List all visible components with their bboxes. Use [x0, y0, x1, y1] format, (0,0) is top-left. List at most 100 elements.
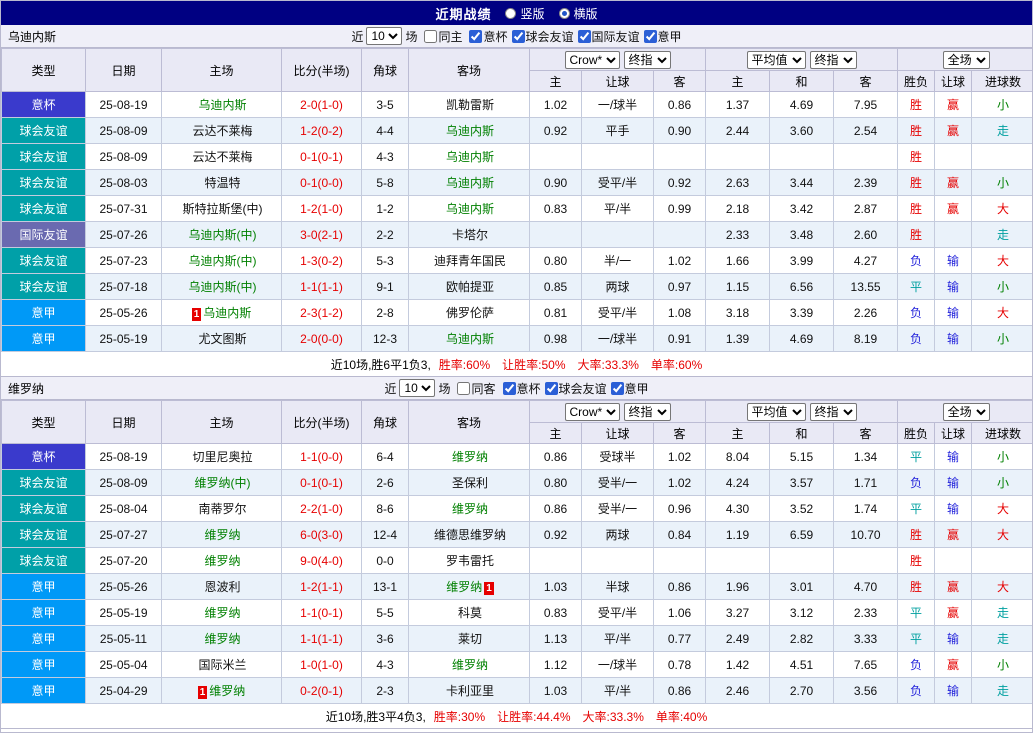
match-score[interactable]: 0-2(0-1): [282, 678, 362, 704]
competition-checkbox-input[interactable]: [644, 30, 657, 43]
home-team-name[interactable]: 恩波利: [204, 580, 240, 594]
match-score[interactable]: 0-1(0-0): [282, 170, 362, 196]
competition-checkbox[interactable]: 球会友谊: [545, 380, 607, 397]
home-team-name[interactable]: 乌迪内斯(中): [189, 254, 257, 268]
match-score[interactable]: 1-3(0-2): [282, 248, 362, 274]
competition-checkbox[interactable]: 国际友谊: [578, 28, 640, 45]
away-team-name[interactable]: 乌迪内斯: [446, 332, 494, 346]
odds-company-select[interactable]: Crow*: [565, 403, 620, 421]
match-score[interactable]: 6-0(3-0): [282, 522, 362, 548]
home-team-name[interactable]: 维罗纳: [204, 606, 240, 620]
same-venue-checkbox[interactable]: 同客: [457, 380, 495, 397]
same-venue-checkbox[interactable]: 同主: [424, 28, 462, 45]
match-score[interactable]: 9-0(4-0): [282, 548, 362, 574]
asian-away-odds: 1.02: [654, 470, 706, 496]
competition-checkbox[interactable]: 意杯: [469, 28, 507, 45]
odds-company-select[interactable]: Crow*: [565, 51, 620, 69]
match-score[interactable]: 3-0(2-1): [282, 222, 362, 248]
home-team-name[interactable]: 特温特: [204, 176, 240, 190]
competition-checkbox[interactable]: 意甲: [644, 28, 682, 45]
away-team-name[interactable]: 欧帕提亚: [446, 280, 494, 294]
competition-checkbox-input[interactable]: [503, 382, 516, 395]
match-score[interactable]: 1-1(1-1): [282, 626, 362, 652]
match-score[interactable]: 2-2(1-0): [282, 496, 362, 522]
competition-checkbox-label: 意甲: [625, 380, 649, 397]
euro-stage-select[interactable]: 终指: [810, 51, 857, 69]
away-team-name[interactable]: 卡利亚里: [446, 684, 494, 698]
home-team-name[interactable]: 尤文图斯: [198, 332, 246, 346]
result-outcome: 平: [898, 444, 935, 470]
away-team-name[interactable]: 乌迪内斯: [446, 124, 494, 138]
home-team-name[interactable]: 斯特拉斯堡(中): [183, 202, 263, 216]
home-team-name[interactable]: 云达不莱梅: [192, 124, 252, 138]
scope-select[interactable]: 全场: [943, 403, 990, 421]
away-team-name[interactable]: 迪拜青年国民: [434, 254, 506, 268]
euro-stage-select[interactable]: 终指: [810, 403, 857, 421]
match-score[interactable]: 1-1(1-1): [282, 274, 362, 300]
away-team-name[interactable]: 维罗纳: [452, 450, 488, 464]
view-radio-horizontal[interactable]: 横版: [559, 5, 598, 22]
home-team-name[interactable]: 维罗纳: [204, 528, 240, 542]
away-team-name[interactable]: 罗韦雷托: [446, 554, 494, 568]
match-score[interactable]: 1-0(1-0): [282, 652, 362, 678]
home-team-name[interactable]: 维罗纳: [204, 554, 240, 568]
home-team-name[interactable]: 维罗纳: [209, 684, 245, 698]
same-venue-checkbox-input[interactable]: [457, 382, 470, 395]
competition-checkbox[interactable]: 球会友谊: [512, 28, 574, 45]
odds-stage-select[interactable]: 终指: [624, 51, 671, 69]
match-score[interactable]: 1-2(0-2): [282, 118, 362, 144]
competition-checkbox[interactable]: 意甲: [611, 380, 649, 397]
home-team-name[interactable]: 云达不莱梅: [192, 150, 252, 164]
competition-checkbox-input[interactable]: [578, 30, 591, 43]
match-score[interactable]: 2-0(1-0): [282, 92, 362, 118]
home-team-name[interactable]: 维罗纳(中): [195, 476, 251, 490]
match-count-select[interactable]: 10: [399, 379, 435, 397]
radio-unselected-icon[interactable]: [505, 8, 516, 19]
match-score[interactable]: 0-1(0-1): [282, 144, 362, 170]
competition-checkbox-input[interactable]: [469, 30, 482, 43]
home-team-name[interactable]: 乌迪内斯(中): [189, 228, 257, 242]
euro-avg-select[interactable]: 平均值: [747, 403, 806, 421]
same-venue-checkbox-input[interactable]: [424, 30, 437, 43]
home-team-name[interactable]: 乌迪内斯(中): [189, 280, 257, 294]
competition-checkbox-input[interactable]: [512, 30, 525, 43]
home-team-name[interactable]: 维罗纳: [204, 632, 240, 646]
view-radio-vertical[interactable]: 竖版: [505, 5, 544, 22]
asian-home-odds: 1.13: [530, 626, 582, 652]
competition-checkbox-input[interactable]: [545, 382, 558, 395]
home-team-name[interactable]: 乌迪内斯: [203, 306, 251, 320]
match-score[interactable]: 1-2(1-0): [282, 196, 362, 222]
match-score[interactable]: 1-1(0-0): [282, 444, 362, 470]
home-team-name[interactable]: 乌迪内斯: [198, 98, 246, 112]
home-team-name[interactable]: 国际米兰: [198, 658, 246, 672]
match-score[interactable]: 0-1(0-1): [282, 470, 362, 496]
away-team-name[interactable]: 佛罗伦萨: [446, 306, 494, 320]
away-team-name[interactable]: 维罗纳: [446, 580, 482, 594]
match-score[interactable]: 1-1(0-1): [282, 600, 362, 626]
scope-select[interactable]: 全场: [943, 51, 990, 69]
away-team-name[interactable]: 科莫: [458, 606, 482, 620]
away-team-name[interactable]: 维德思维罗纳: [434, 528, 506, 542]
away-team-name[interactable]: 乌迪内斯: [446, 202, 494, 216]
away-team-name[interactable]: 维罗纳: [452, 502, 488, 516]
away-team-name[interactable]: 卡塔尔: [452, 228, 488, 242]
away-team-name[interactable]: 圣保利: [452, 476, 488, 490]
away-team-name[interactable]: 乌迪内斯: [446, 150, 494, 164]
match-count-select[interactable]: 10: [366, 27, 402, 45]
match-score[interactable]: 1-2(1-1): [282, 574, 362, 600]
home-team-name[interactable]: 南蒂罗尔: [198, 502, 246, 516]
home-team-name[interactable]: 切里尼奥拉: [192, 450, 252, 464]
competition-checkbox[interactable]: 意杯: [503, 380, 541, 397]
competition-checkbox-input[interactable]: [611, 382, 624, 395]
euro-avg-select[interactable]: 平均值: [747, 51, 806, 69]
odds-stage-select[interactable]: 终指: [624, 403, 671, 421]
away-team-name[interactable]: 维罗纳: [452, 658, 488, 672]
away-team-name[interactable]: 凯勒雷斯: [446, 98, 494, 112]
radio-selected-icon[interactable]: [559, 8, 570, 19]
match-score[interactable]: 2-0(0-0): [282, 326, 362, 352]
away-team-name[interactable]: 莱切: [458, 632, 482, 646]
away-team-name[interactable]: 乌迪内斯: [446, 176, 494, 190]
away-team-cell: 维罗纳: [409, 444, 530, 470]
away-team-cell: 维德思维罗纳: [409, 522, 530, 548]
match-score[interactable]: 2-3(1-2): [282, 300, 362, 326]
